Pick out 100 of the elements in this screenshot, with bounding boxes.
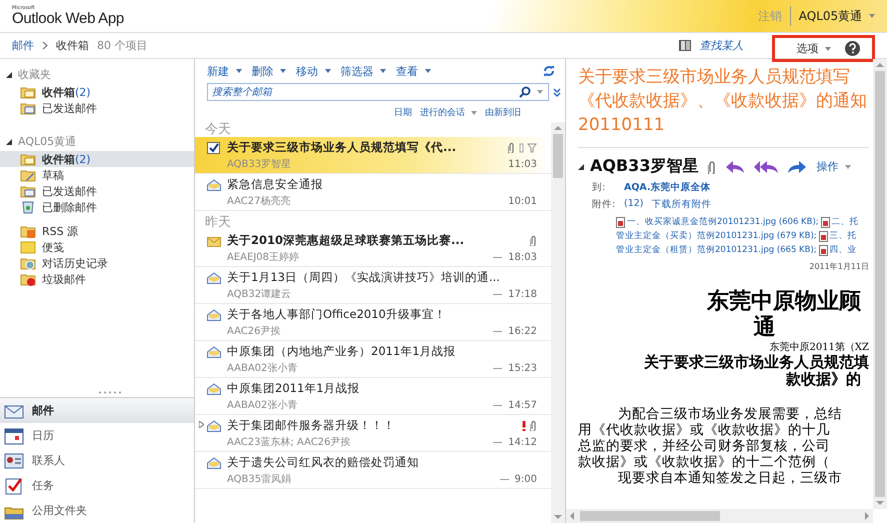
folder-item[interactable]: 收件箱(2) xyxy=(0,84,194,100)
message-subject: 关于2010深莞惠超级足球联赛第五场比赛... xyxy=(227,233,466,248)
reply-all-icon[interactable] xyxy=(754,160,778,172)
scroll-thumb[interactable] xyxy=(553,134,563,178)
expand-chevron-icon[interactable] xyxy=(553,88,561,96)
folder-icon xyxy=(20,101,36,115)
caret-icon xyxy=(424,69,430,74)
contact-card-icon xyxy=(4,452,24,470)
message-time: 16:22 xyxy=(508,326,537,336)
folder-icon xyxy=(20,85,36,99)
message-subject: 中原集团2011年1月战报 xyxy=(227,381,361,396)
message-sender: AABA02张小青 xyxy=(227,398,298,412)
message-item[interactable]: 中原集团2011年1月战报 AABA02张小青 14:57 xyxy=(195,378,551,415)
document-text-line: 为配合三级市场业务发展需要，总结 xyxy=(617,406,843,422)
download-all-link[interactable]: 下载所有附件 xyxy=(652,198,712,211)
sort-order-link[interactable]: 由新到旧 xyxy=(485,106,521,119)
toolbar-menu[interactable]: 筛选器 xyxy=(340,64,386,78)
message-time: 9:00 xyxy=(514,474,537,484)
caret-icon xyxy=(844,164,851,169)
folder-group-header[interactable]: AQL05黄通 xyxy=(0,132,194,151)
nav-button[interactable]: 日历 xyxy=(0,423,194,448)
attachment-link[interactable]: 一、收买家诚意金范例20101231.jpg (606 KB); xyxy=(627,215,819,229)
message-item[interactable]: 紧急信息安全通报 AAC27杨亮亮 10:01 xyxy=(195,174,551,211)
breadcrumb-link[interactable]: 邮件 xyxy=(12,38,34,53)
document-number: 东莞中原2011第（XZ xyxy=(768,340,869,354)
message-item[interactable]: 关于1月13日（周四）《实战演讲技巧》培训的通... AQB32谭建云 17:18 xyxy=(195,267,551,304)
sort-link[interactable]: 日期 xyxy=(394,106,412,119)
message-item[interactable]: 关于要求三级市场业务人员规范填写《代... AQB33罗智星 11:03 xyxy=(195,137,551,174)
folder-icon xyxy=(20,152,36,166)
folder-group-header[interactable]: 收藏夹 xyxy=(0,65,194,84)
message-time: 10:01 xyxy=(508,196,537,206)
arrange-menu[interactable]: 进行的会话 xyxy=(420,106,477,119)
folder-item[interactable]: 收件箱(2) xyxy=(0,151,194,167)
nav-button[interactable]: 任务 xyxy=(0,473,194,498)
folder-item[interactable]: 已发送邮件 xyxy=(0,183,194,199)
toolbar-menu[interactable]: 删除 xyxy=(252,64,286,78)
message-sender: AQB32谭建云 xyxy=(227,288,292,301)
message-item[interactable]: 关于各地人事部门Office2010升级事宜！ AAC26尹挨 16:22 xyxy=(195,304,551,341)
message-item[interactable]: 关于2010深莞惠超级足球联赛第五场比赛... AEAEJ08王婷婷 18:03 xyxy=(195,230,551,267)
calendar-icon xyxy=(4,426,24,444)
folder-item[interactable]: 对话历史记录 xyxy=(0,255,194,271)
attachment-link[interactable]: 二、托 xyxy=(832,215,859,229)
reply-icon[interactable] xyxy=(726,160,744,172)
refresh-icon[interactable] xyxy=(543,65,555,77)
collapse-triangle-icon xyxy=(6,72,12,78)
folder-item[interactable]: 已删除邮件 xyxy=(0,199,194,215)
horizontal-scrollbar[interactable] xyxy=(566,509,873,523)
message-time: 11:03 xyxy=(508,158,537,170)
folder-item[interactable]: 便笺 xyxy=(0,239,194,255)
help-button[interactable] xyxy=(845,41,860,56)
scrollbar[interactable] xyxy=(873,59,887,509)
message-sender: AABA02张小青 xyxy=(227,362,298,375)
search-icon[interactable] xyxy=(519,86,531,98)
attachment-link[interactable]: 三、托 xyxy=(830,229,857,243)
folder-item[interactable]: RSS 源 xyxy=(0,223,194,239)
caret-icon xyxy=(324,69,330,74)
options-menu[interactable]: 选项 xyxy=(796,41,831,56)
resize-grip-icon[interactable] xyxy=(97,391,123,394)
search-field[interactable]: 搜索整个邮箱 xyxy=(207,83,549,101)
recipient-link[interactable]: AQA.东莞中原全体 xyxy=(624,181,711,194)
caret-icon xyxy=(825,46,831,51)
scrollbar[interactable] xyxy=(551,122,565,523)
message-sender: AAC27杨亮亮 xyxy=(227,194,292,208)
folder-item[interactable]: 已发送邮件 xyxy=(0,100,194,116)
attachment-link[interactable]: 管业主定金（买卖）范例20101231.jpg (679 KB); xyxy=(616,229,817,243)
message-item[interactable]: 关于集团邮件服务器升级！！！ AAC23蓝东林; AAC26尹挨 14:12 xyxy=(195,415,551,452)
message-subject: 中原集团（内地地产业务）2011年1月战报 xyxy=(227,344,457,359)
folder-item[interactable]: 垃圾邮件 xyxy=(0,271,194,287)
scroll-thumb[interactable] xyxy=(875,71,885,497)
attachment-link[interactable]: 管业主定金（租赁）范例20101231.jpg (665 KB); xyxy=(616,243,817,257)
expand-triangle-icon xyxy=(199,421,204,428)
user-menu[interactable]: AQL05黄通 xyxy=(798,8,875,24)
message-subject: 紧急信息安全通报 xyxy=(227,177,324,192)
date-group-header: 今天 xyxy=(204,122,232,137)
caret-icon xyxy=(869,14,875,18)
caret-icon xyxy=(280,69,286,74)
find-people-link[interactable]: 查找某人 xyxy=(700,38,744,53)
actions-menu[interactable]: 操作 xyxy=(816,159,851,174)
message-item[interactable]: 中原集团（内地地产业务）2011年1月战报 AABA02张小青 15:23 xyxy=(195,341,551,378)
folder-item[interactable]: 草稿 xyxy=(0,167,194,183)
document-title: 通 xyxy=(752,314,776,340)
toolbar-menu[interactable]: 移动 xyxy=(296,64,330,78)
note-icon xyxy=(20,240,36,254)
folder-icon xyxy=(20,224,36,238)
toolbar-menu[interactable]: 查看 xyxy=(396,64,430,78)
caret-icon[interactable] xyxy=(537,90,543,94)
scroll-thumb[interactable] xyxy=(580,511,720,521)
flag-icon xyxy=(519,142,537,152)
collapse-triangle-icon[interactable] xyxy=(578,164,584,170)
nav-button[interactable]: 联系人 xyxy=(0,448,194,473)
help-icon xyxy=(845,41,860,56)
nav-button[interactable]: 邮件 xyxy=(0,398,194,423)
document-text-line: 用《代收款收据》或《收款收据》的十几 xyxy=(578,422,831,438)
attachment-link[interactable]: 四、业 xyxy=(830,243,857,257)
toolbar-menu[interactable]: 新建 xyxy=(207,64,242,78)
message-sender: AQB33罗智星 xyxy=(227,158,292,171)
forward-icon[interactable] xyxy=(788,160,806,172)
nav-button[interactable]: 公用文件夹 xyxy=(0,498,194,523)
app-logo: Outlook Web App xyxy=(12,11,124,26)
message-item[interactable]: 关于遗失公司红风衣的赔偿处罚通知 AQB35雷凤娟 9:00 xyxy=(195,452,551,489)
